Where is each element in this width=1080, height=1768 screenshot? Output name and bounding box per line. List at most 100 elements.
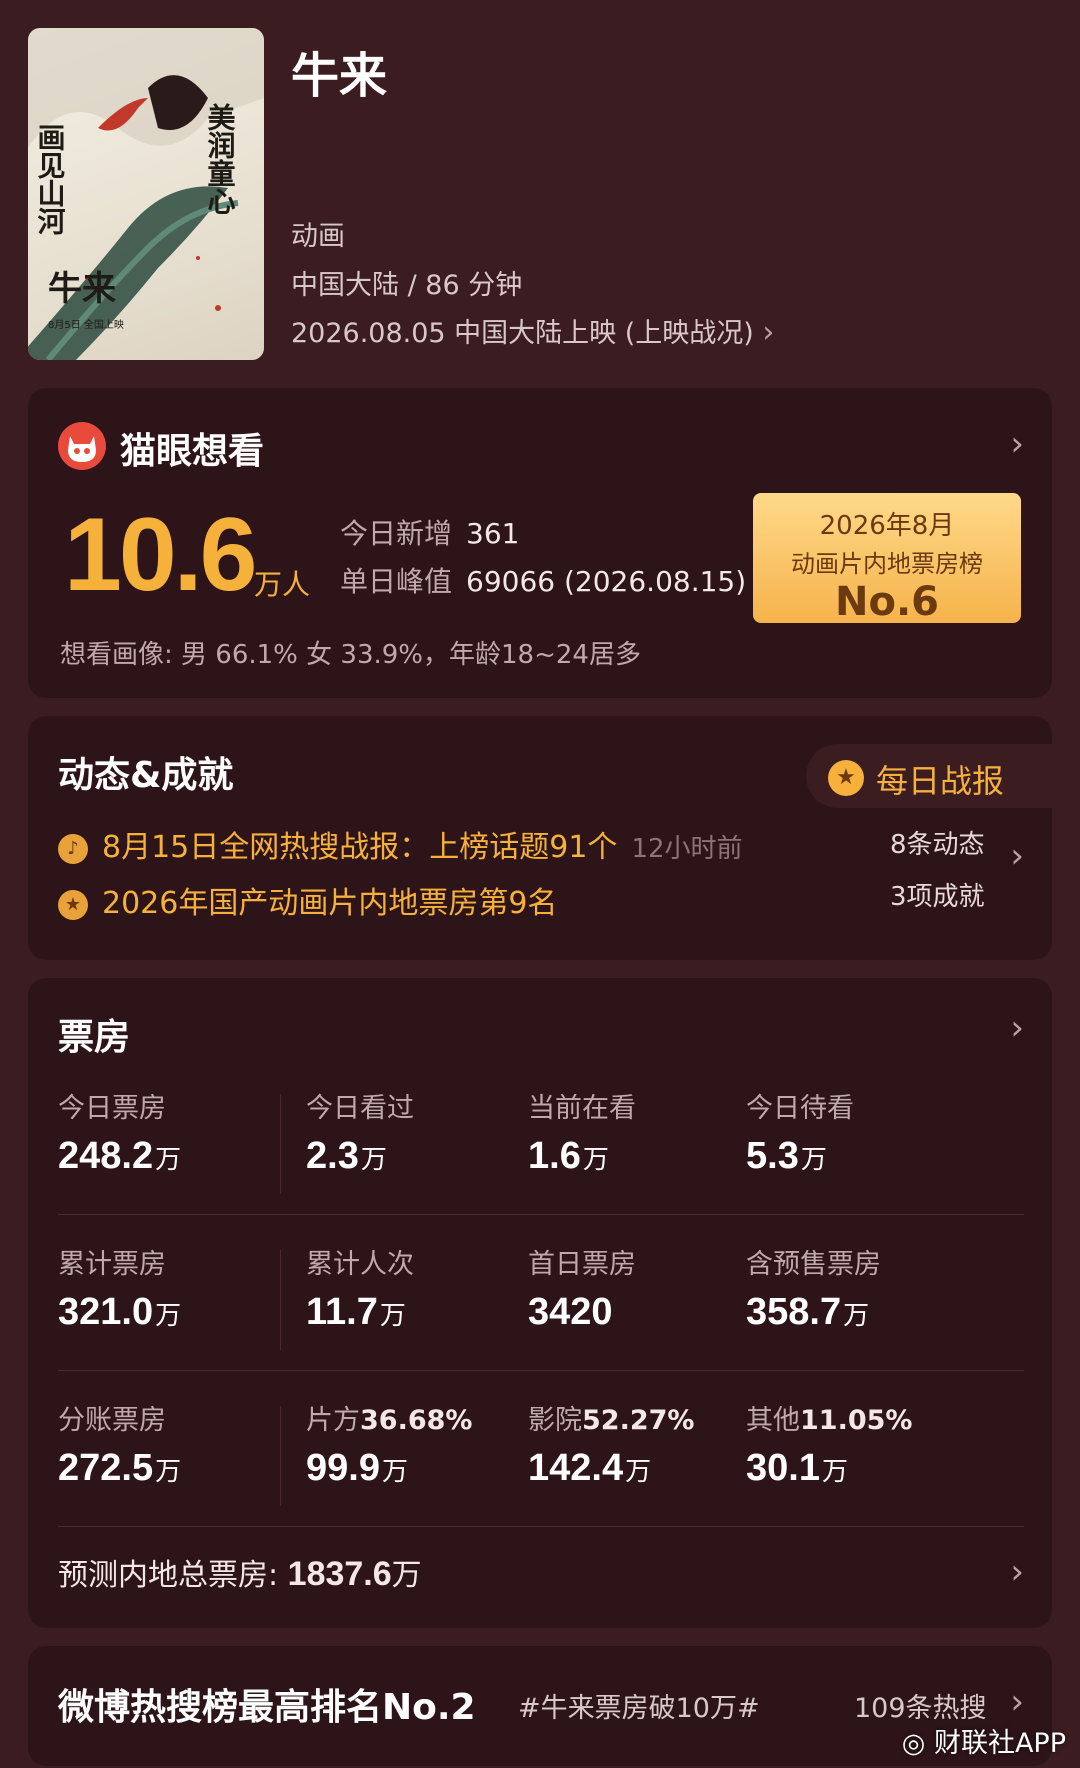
- stat-value: 2.3: [306, 1135, 359, 1177]
- stat-label: 片方: [306, 1405, 360, 1436]
- stat-label: 今日看过: [306, 1093, 414, 1124]
- chevron-right-icon[interactable]: ›: [1010, 424, 1024, 464]
- divider: [280, 1094, 281, 1194]
- news-text: 8月15日全网热搜战报：上榜话题91个: [102, 830, 618, 865]
- dynamics-card[interactable]: 动态&成就 ★ 每日战报 ♪ 8月15日全网热搜战报：上榜话题91个 12小时前 ★…: [28, 716, 1052, 960]
- weibo-count: 109条热搜: [854, 1693, 987, 1724]
- boxoffice-card[interactable]: 票房 › 今日票房 248.2万 今日看过 2.3万 当前在看 1.6万 今日待…: [28, 978, 1052, 1628]
- peak-label: 单日峰值: [340, 565, 453, 598]
- forecast-label: 预测内地总票房:: [58, 1558, 279, 1593]
- poster-right-text: 美润童心: [204, 103, 237, 215]
- stat-value: 5.3: [746, 1135, 799, 1177]
- want-count: 10.6: [64, 497, 257, 613]
- today-new-value: 361: [466, 517, 520, 550]
- chevron-right-icon[interactable]: ›: [1010, 1682, 1024, 1722]
- stat-cell: 首日票房 3420: [528, 1242, 636, 1334]
- rank-badge[interactable]: 2026年8月 动画片内地票房榜 No.6: [753, 493, 1021, 625]
- stat-cell: 当前在看 1.6万: [528, 1086, 636, 1178]
- stat-unit: 万: [821, 1456, 848, 1486]
- stat-cell: 今日看过 2.3万: [306, 1086, 414, 1178]
- movie-poster[interactable]: 画见山河 美润童心 牛来 8月5日 全国上映: [28, 28, 264, 360]
- stat-cell: 累计人次 11.7万: [306, 1242, 414, 1334]
- stat-unit: 万: [800, 1144, 827, 1174]
- stat-pct: 11.05%: [800, 1405, 913, 1436]
- stat-label: 累计票房: [58, 1249, 166, 1280]
- stat-cell: 今日票房 248.2万: [58, 1086, 181, 1178]
- stat-label: 含预售票房: [746, 1249, 881, 1280]
- stat-label: 今日待看: [746, 1093, 854, 1124]
- stat-label: 累计人次: [306, 1249, 414, 1280]
- stat-unit: 万: [843, 1300, 870, 1330]
- maoyan-want-card[interactable]: 猫眼想看 › 10.6 万人 今日新增 361 单日峰值 69066 (2026.0…: [28, 388, 1052, 698]
- stat-label: 今日票房: [58, 1093, 166, 1124]
- chevron-right-icon[interactable]: ›: [1010, 1552, 1024, 1592]
- stat-value: 11.7: [306, 1291, 378, 1333]
- chevron-right-icon: ›: [762, 315, 775, 350]
- news-item[interactable]: ♪ 8月15日全网热搜战报：上榜话题91个 12小时前: [58, 822, 743, 866]
- stat-unit: 万: [381, 1456, 408, 1486]
- daily-report-label: 每日战报: [876, 762, 1005, 800]
- forecast-value: 1837.6: [287, 1555, 392, 1593]
- stat-unit: 万: [582, 1144, 609, 1174]
- stat-label: 其他: [746, 1405, 800, 1436]
- movie-release[interactable]: 2026.08.05 中国大陆上映 (上映战况) ›: [291, 311, 774, 350]
- maoyan-title: 猫眼想看: [120, 431, 265, 472]
- forecast-row[interactable]: 预测内地总票房: 1837.6万: [58, 1550, 422, 1594]
- chevron-right-icon[interactable]: ›: [1010, 1008, 1024, 1048]
- stat-pct: 36.68%: [360, 1405, 473, 1436]
- stat-value: 1.6: [528, 1135, 581, 1177]
- stat-value: 248.2: [58, 1135, 154, 1177]
- weibo-icon: ◎: [901, 1728, 926, 1759]
- rank-period: 2026年8月: [819, 511, 955, 541]
- stat-value: 99.9: [306, 1447, 380, 1489]
- daily-report-button[interactable]: ★ 每日战报: [806, 744, 1052, 808]
- medal-icon: ★: [828, 760, 864, 796]
- stat-cell: 其他11.05% 30.1万: [746, 1398, 912, 1490]
- stat-unit: 万: [379, 1300, 406, 1330]
- today-new-label: 今日新增: [340, 517, 453, 550]
- stat-value: 358.7: [746, 1291, 842, 1333]
- chevron-right-icon[interactable]: ›: [1010, 836, 1024, 876]
- stat-cell: 片方36.68% 99.9万: [306, 1398, 472, 1490]
- bell-icon: ♪: [58, 833, 88, 864]
- today-new-row: 今日新增 361: [340, 512, 519, 552]
- stat-value: 30.1: [746, 1447, 820, 1489]
- divider: [58, 1214, 1024, 1215]
- stat-unit: 万: [625, 1456, 652, 1486]
- poster-left-text: 画见山河: [34, 123, 67, 235]
- medal-icon: ★: [58, 889, 88, 920]
- movie-genre: 动画: [291, 221, 345, 252]
- stat-unit: 万: [155, 1300, 182, 1330]
- achievements-count: 3项成就: [890, 882, 985, 912]
- forecast-unit: 万: [391, 1558, 422, 1593]
- stat-cell: 累计票房 321.0万: [58, 1242, 181, 1334]
- divider: [58, 1526, 1024, 1527]
- peak-value: 69066 (2026.08.15): [466, 565, 747, 598]
- stat-unit: 万: [155, 1456, 182, 1486]
- stat-cell: 分账票房 272.5万: [58, 1398, 181, 1490]
- stat-cell: 含预售票房 358.7万: [746, 1242, 881, 1334]
- watermark-text: 财联社APP: [933, 1728, 1066, 1759]
- boxoffice-title: 票房: [58, 1017, 131, 1058]
- divider: [280, 1406, 281, 1506]
- dynamics-count: 8条动态: [890, 830, 985, 860]
- stat-cell: 今日待看 5.3万: [746, 1086, 854, 1178]
- stat-label: 分账票房: [58, 1405, 166, 1436]
- stat-value: 321.0: [58, 1291, 154, 1333]
- weibo-card[interactable]: 微博热搜榜最高排名No.2 #牛来票房破10万# 109条热搜 ›: [28, 1646, 1052, 1766]
- achievement-item[interactable]: ★ 2026年国产动画片内地票房第9名: [58, 878, 557, 922]
- stat-label: 当前在看: [528, 1093, 636, 1124]
- watermark: ◎ 财联社APP: [902, 1721, 1066, 1760]
- achievement-text: 2026年国产动画片内地票房第9名: [102, 886, 558, 921]
- stat-pct: 52.27%: [582, 1405, 695, 1436]
- weibo-rank-title: 微博热搜榜最高排名No.2: [58, 1687, 476, 1728]
- dynamics-title: 动态&成就: [58, 755, 234, 796]
- want-count-unit: 万人: [254, 568, 311, 601]
- stat-label: 首日票房: [528, 1249, 636, 1280]
- poster-title-text: 牛来: [48, 269, 116, 309]
- peak-row: 单日峰值 69066 (2026.08.15): [340, 560, 746, 600]
- audience-portrait: 想看画像: 男 66.1% 女 33.9%，年龄18~24居多: [60, 640, 641, 670]
- stat-unit: 万: [155, 1144, 182, 1174]
- release-text: 2026.08.05 中国大陆上映 (上映战况): [291, 318, 754, 349]
- stat-label: 影院: [528, 1405, 582, 1436]
